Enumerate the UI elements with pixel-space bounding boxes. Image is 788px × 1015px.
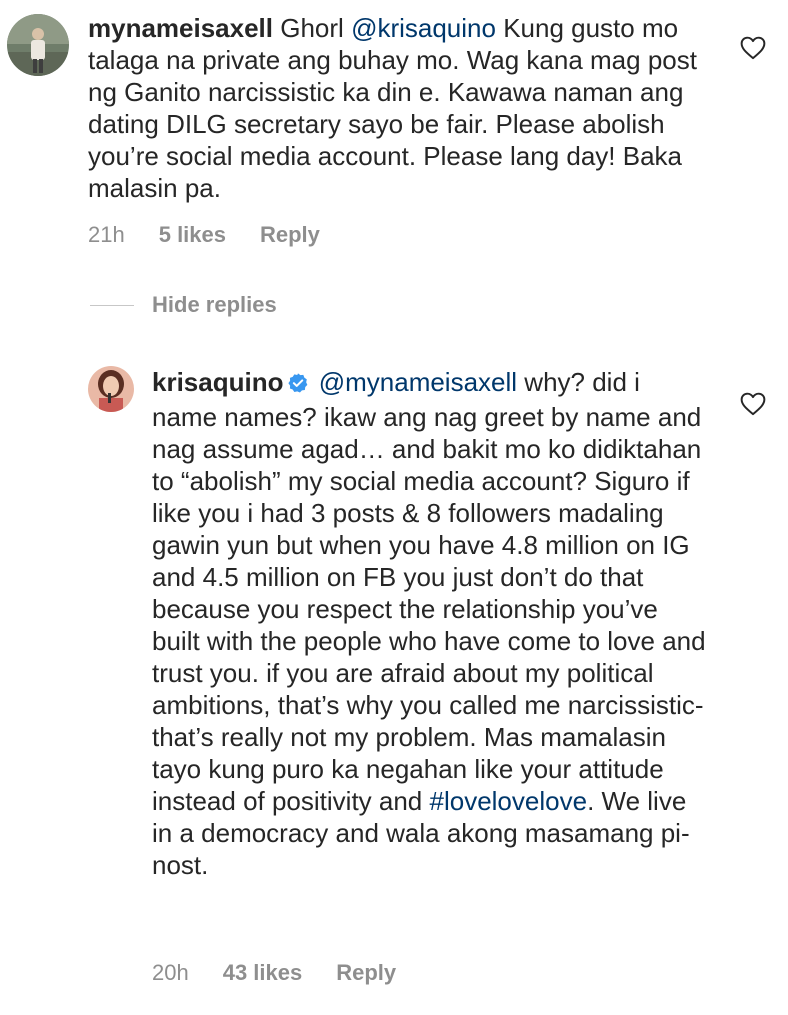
reply-body: krisaquino @mynameisaxell why? did i nam… [152,366,712,881]
likes-count[interactable]: 43 likes [223,960,303,986]
reply-meta: 20h 43 likes Reply [152,960,430,986]
comment-text: Ghorl [280,13,352,43]
reply-text: why? did i name names? ikaw ang nag gree… [152,367,706,816]
comment-meta: 21h 5 likes Reply [88,222,354,248]
heart-outline-icon[interactable] [740,36,766,65]
reply-button[interactable]: Reply [336,960,396,986]
hashtag-link[interactable]: #lovelovelove [430,786,588,816]
avatar[interactable] [88,366,134,412]
divider [90,304,134,306]
comment-timestamp: 21h [88,222,125,247]
comment-body: mynameisaxell Ghorl @krisaquino Kung gus… [88,12,718,204]
reply-username[interactable]: krisaquino [152,367,283,397]
hide-replies-toggle[interactable]: Hide replies [90,292,277,318]
mention-link[interactable]: @krisaquino [351,13,496,43]
verified-badge-icon [287,369,309,401]
comment-username[interactable]: mynameisaxell [88,13,273,43]
mention-link[interactable]: @mynameisaxell [319,367,517,397]
reply-button[interactable]: Reply [260,222,320,248]
hide-replies-label: Hide replies [152,292,277,317]
heart-outline-icon[interactable] [740,392,766,421]
reply-timestamp: 20h [152,960,189,985]
avatar[interactable] [7,14,69,76]
likes-count[interactable]: 5 likes [159,222,226,248]
